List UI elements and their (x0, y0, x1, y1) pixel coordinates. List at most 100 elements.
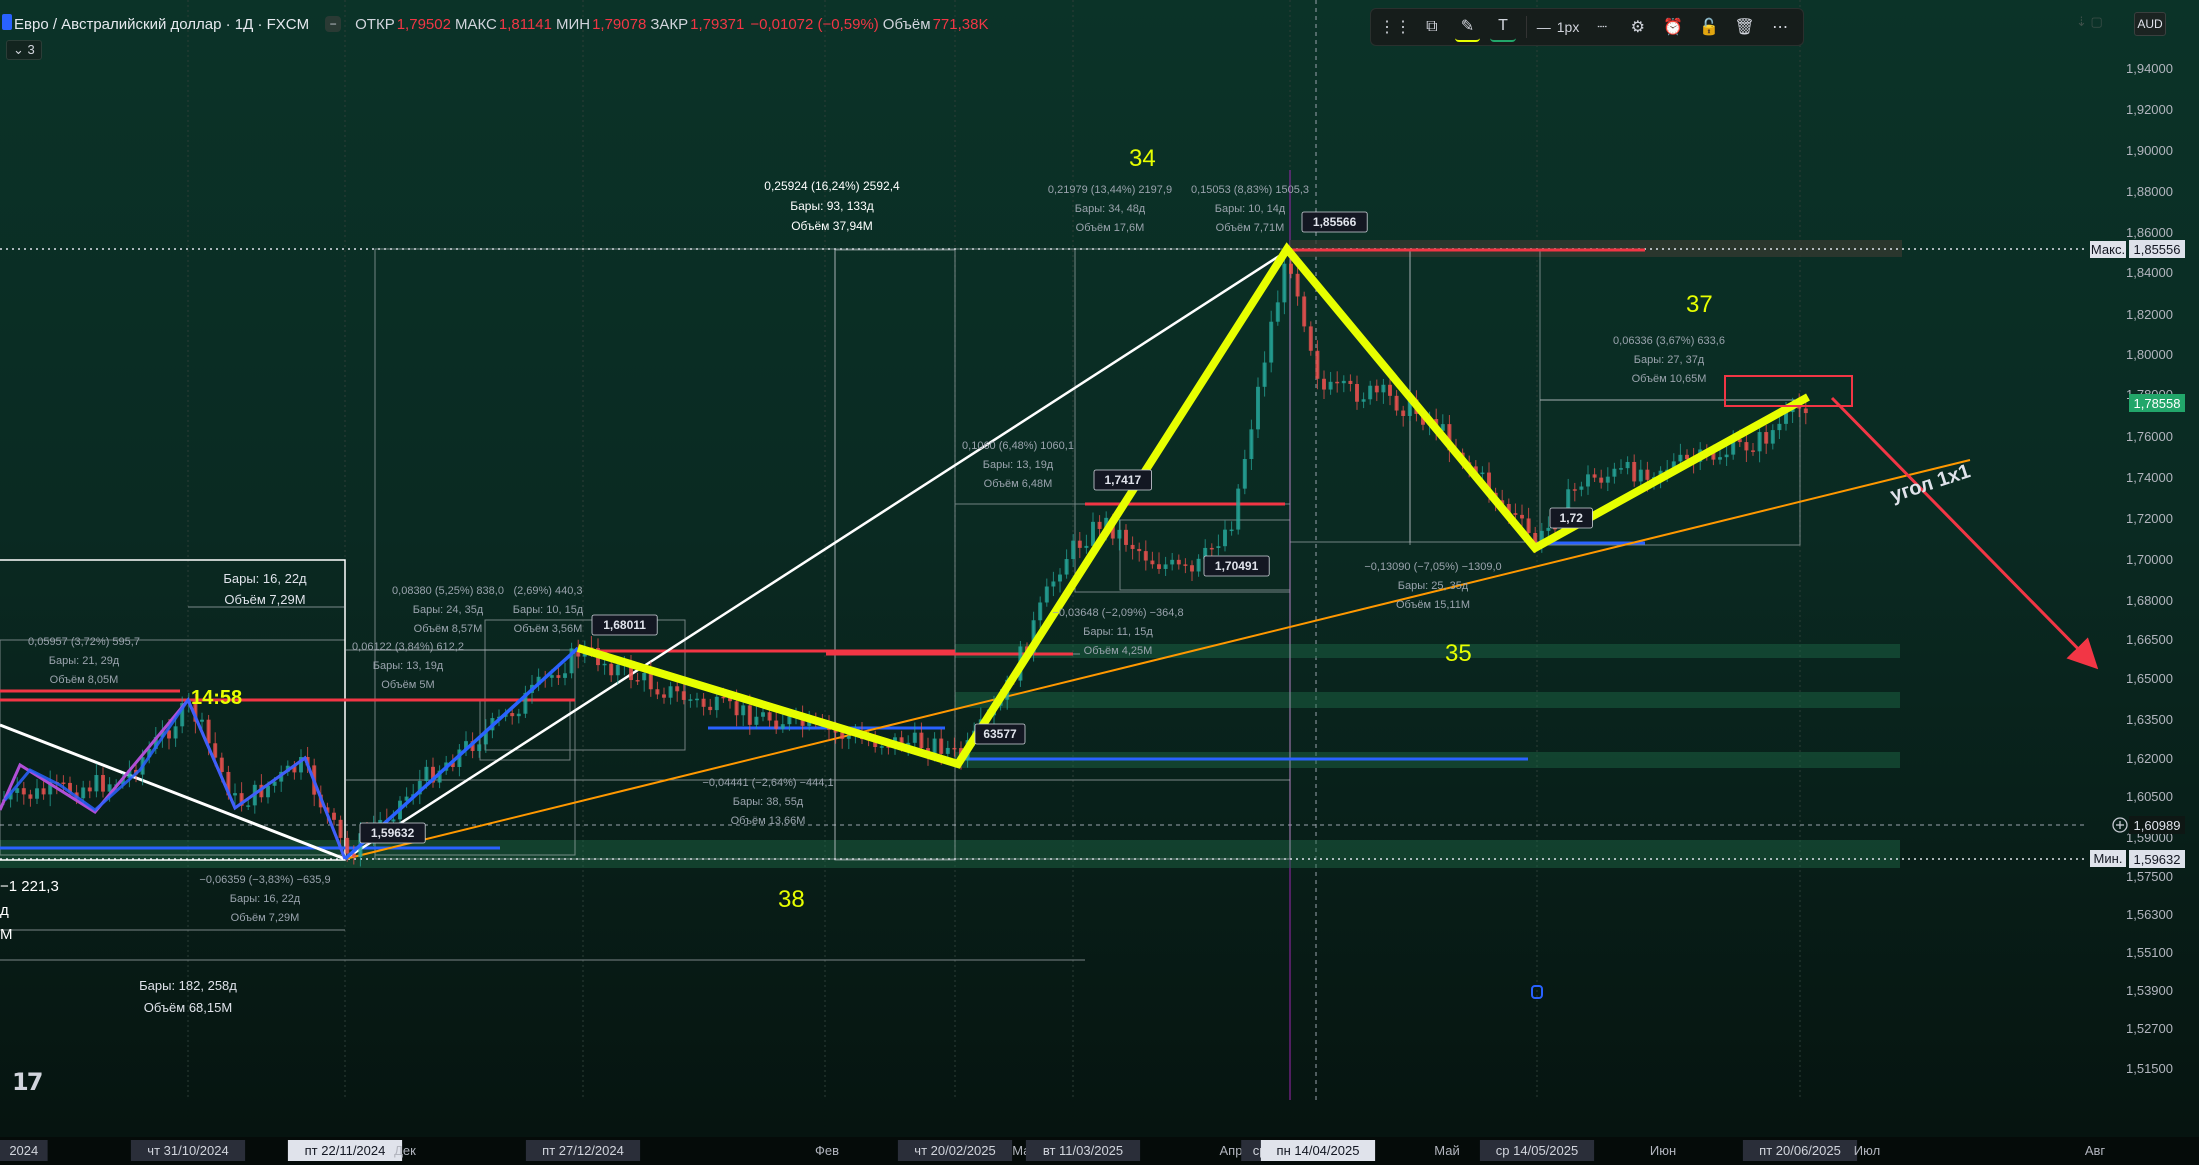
min-badge-value: 1,59632 (2134, 852, 2181, 867)
drag-handle-icon[interactable]: ⋮⋮ (1379, 13, 1411, 41)
measure-boxes (0, 248, 1801, 861)
candle-body (1328, 381, 1333, 390)
candle-body (1757, 432, 1762, 452)
high-value: 1,81141 (498, 15, 552, 33)
more-icon[interactable]: ⋯ (1767, 13, 1793, 41)
line-style-icon[interactable]: ┈ (1589, 13, 1615, 41)
candle-body (1579, 486, 1584, 490)
annotation-text: Объём 8,57M (414, 623, 483, 635)
candle-body (1275, 302, 1280, 322)
annotation-text: Бары: 21, 29д (49, 655, 120, 667)
candle-body (516, 713, 521, 717)
candle-body (1308, 326, 1313, 351)
time-tick-label: пт 20/06/2025 (1759, 1143, 1841, 1158)
candle-body (602, 663, 607, 666)
candle-body (266, 785, 270, 798)
candle-body (952, 747, 957, 750)
tradingview-logo: 17 (12, 1068, 43, 1096)
alert-icon[interactable]: ⏰ (1661, 13, 1687, 41)
price-tick-label: 1,74000 (2126, 470, 2173, 485)
lock-icon[interactable]: 🔓 (1696, 13, 1722, 41)
settings-icon[interactable]: ⚙ (1625, 13, 1651, 41)
annotation-text: Бары: 34, 48д (1075, 203, 1146, 215)
price-axis[interactable]: 1,94000 1,92000 1,90000 1,88000 1,86000 1,840… (2126, 61, 2173, 1076)
candle-body (1592, 474, 1597, 478)
annotation-text: Объём 8,05M (50, 674, 119, 686)
annotation-text: Бары: 182, 258д (139, 978, 237, 993)
price-tick-label: 1,92000 (2126, 102, 2173, 117)
line-width-button[interactable]: — 1px (1537, 13, 1580, 41)
templates-icon[interactable]: ⧉ (1419, 13, 1445, 41)
candle-body (1368, 385, 1373, 400)
annotation-text: Бары: 93, 133д (790, 199, 874, 213)
yellow-wave (576, 242, 1810, 769)
annotation-text: Объём 13,66M (731, 815, 806, 827)
current-price-badge: 1,78558 (2134, 396, 2181, 411)
candle-body (1718, 457, 1722, 460)
candle-body (1249, 429, 1254, 460)
indicator-count: 3 (27, 42, 35, 57)
candle-body (1262, 362, 1267, 387)
candle-body (1480, 472, 1485, 475)
candle-body (101, 775, 105, 792)
time-tick-label: ср 14/05/2025 (1496, 1143, 1578, 1158)
candle-body (648, 673, 653, 690)
candle-body (695, 698, 699, 701)
candle-body (1163, 564, 1168, 569)
candle-body (61, 782, 66, 785)
candle-body (219, 757, 224, 772)
price-tick-label: 1,60500 (2126, 789, 2173, 804)
candle-body (556, 675, 561, 678)
candle-body (787, 716, 792, 725)
candle-body (714, 696, 719, 711)
candle-body (1077, 540, 1082, 548)
candle-body (1619, 468, 1623, 470)
scale-icons[interactable]: ⇣ ▢ (2076, 14, 2103, 30)
annotation-text: Объём 37,94M (791, 219, 873, 233)
candle-body (1058, 574, 1062, 582)
text-color-icon[interactable]: T (1490, 12, 1516, 42)
annotation-text: Бары: 13, 19д (373, 660, 444, 672)
candle-body (233, 793, 237, 796)
candle-body (642, 673, 647, 681)
annotation-text: Бары: 16, 22д (230, 893, 301, 905)
time-tick-label: Апр (1220, 1143, 1243, 1158)
wave-label-38: 38 (778, 886, 805, 913)
price-flag-label: 1,70491 (1215, 559, 1259, 573)
candle-body (1322, 378, 1326, 390)
indicator-toggle[interactable]: ⌄ 3 (6, 40, 42, 60)
candle-body (1209, 547, 1214, 550)
candle-body (563, 673, 567, 678)
candle-body (919, 732, 924, 749)
time-axis[interactable]: 2024 чт 31/10/2024 пт 22/11/2024 Дек пт 27/1… (0, 1140, 2105, 1161)
candle-body (1256, 386, 1260, 430)
candle-body (1269, 321, 1274, 363)
candle-body (1295, 273, 1300, 297)
currency-selector[interactable]: AUD (2134, 12, 2166, 36)
drawing-toolbar: ⋮⋮ ⧉ ✎ T — 1px ┈ ⚙ ⏰ 🔓 🗑 ⋯ (1370, 8, 1804, 46)
candle-body (87, 787, 92, 792)
annotation-text: 0,06122 (3,84%) 612,2 (352, 641, 464, 653)
annotation-text: Бары: 25, 35д (1398, 580, 1469, 592)
price-flag-label: 63577 (983, 727, 1017, 741)
candle-body (1315, 350, 1320, 379)
candle-body (1520, 514, 1524, 519)
collapse-icon[interactable]: − (325, 16, 342, 32)
time-tick-label: 2024 (9, 1143, 38, 1158)
crosshair-price-badge: 1,60989 (2134, 818, 2181, 833)
annotation-text: Объём 7,29M (224, 592, 305, 607)
candle-body (1546, 527, 1551, 531)
candle-body (1143, 551, 1148, 561)
trash-icon[interactable]: 🗑 (1732, 13, 1758, 41)
price-chart[interactable]: 34 35 37 38 14:58 угол 1x1 0,25924 (16,2… (0, 0, 2199, 1165)
line-color-icon[interactable]: ✎ (1454, 12, 1481, 42)
time-marker: 14:58 (191, 687, 242, 709)
candle-body (1625, 461, 1630, 469)
time-tick-label: Июн (1650, 1143, 1676, 1158)
volume-value: 771,38K (932, 15, 989, 33)
candle-body (1038, 602, 1043, 621)
annotation-text: 0,25924 (16,24%) 2592,4 (764, 179, 900, 193)
candle-body (1526, 518, 1531, 533)
candle-body (734, 701, 739, 716)
symbol-title[interactable]: Евро / Австралийский доллар · 1Д · FXCM (14, 16, 309, 33)
